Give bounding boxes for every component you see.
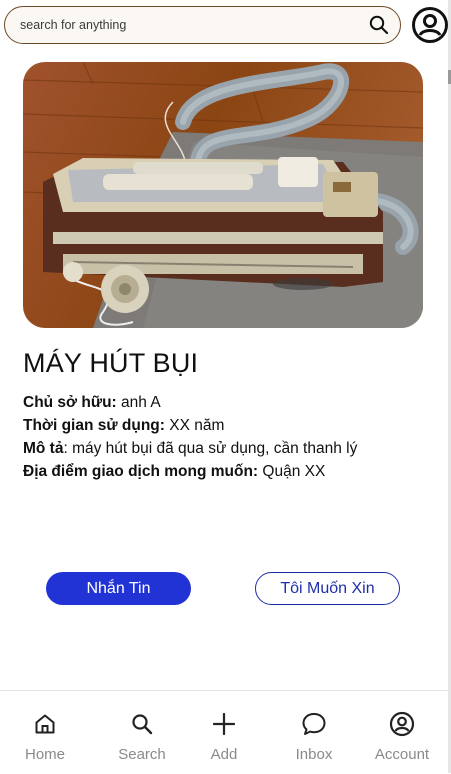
request-item-button[interactable]: Tôi Muốn Xin	[255, 572, 400, 605]
chat-bubble-icon	[301, 711, 327, 737]
nav-item-label: Inbox	[295, 746, 333, 763]
nav-item-label: Home	[24, 746, 65, 763]
nav-item-label: Add	[210, 746, 238, 763]
detail-location: Địa điểm giao dịch mong muốn: Quận XX	[23, 460, 357, 483]
nav-item-label: Search	[118, 746, 166, 763]
bottom-nav: Home Search Add Inbox Account	[0, 690, 448, 774]
nav-item-add[interactable]: Add	[184, 691, 264, 774]
detail-owner-value: anh A	[116, 394, 161, 411]
item-title: MÁY HÚT BỤI	[23, 348, 199, 378]
nav-item-home[interactable]: Home	[5, 691, 85, 774]
detail-description: Mô tả: máy hút bụi đã qua sử dụng, cần t…	[23, 437, 357, 460]
detail-usage-time-label: Thời gian sử dụng:	[23, 417, 165, 434]
search-icon[interactable]	[368, 14, 390, 36]
detail-location-label: Địa điểm giao dịch mong muốn:	[23, 463, 259, 480]
message-button[interactable]: Nhắn Tin	[46, 572, 191, 605]
detail-usage-time: Thời gian sử dụng: XX năm	[23, 414, 357, 437]
item-details: Chủ sở hữu: anh A Thời gian sử dụng: XX …	[23, 391, 357, 483]
home-icon	[32, 711, 58, 737]
detail-usage-time-value: XX năm	[164, 417, 225, 434]
plus-icon	[211, 711, 237, 737]
detail-owner: Chủ sở hữu: anh A	[23, 391, 357, 414]
detail-owner-label: Chủ sở hữu:	[23, 394, 117, 411]
profile-avatar-icon[interactable]	[411, 6, 449, 44]
nav-item-label: Account	[374, 746, 430, 763]
user-circle-icon	[389, 711, 415, 737]
product-photo	[23, 62, 423, 328]
nav-item-search[interactable]: Search	[102, 691, 182, 774]
detail-description-value: : máy hút bụi đã qua sử dụng, cần thanh …	[63, 440, 358, 457]
detail-description-label: Mô tả	[23, 440, 64, 457]
search-bar[interactable]	[4, 6, 401, 44]
nav-item-inbox[interactable]: Inbox	[274, 691, 354, 774]
nav-item-account[interactable]: Account	[362, 691, 442, 774]
detail-location-value: Quận XX	[258, 463, 326, 480]
search-input[interactable]	[18, 17, 368, 33]
search-icon	[129, 711, 155, 737]
